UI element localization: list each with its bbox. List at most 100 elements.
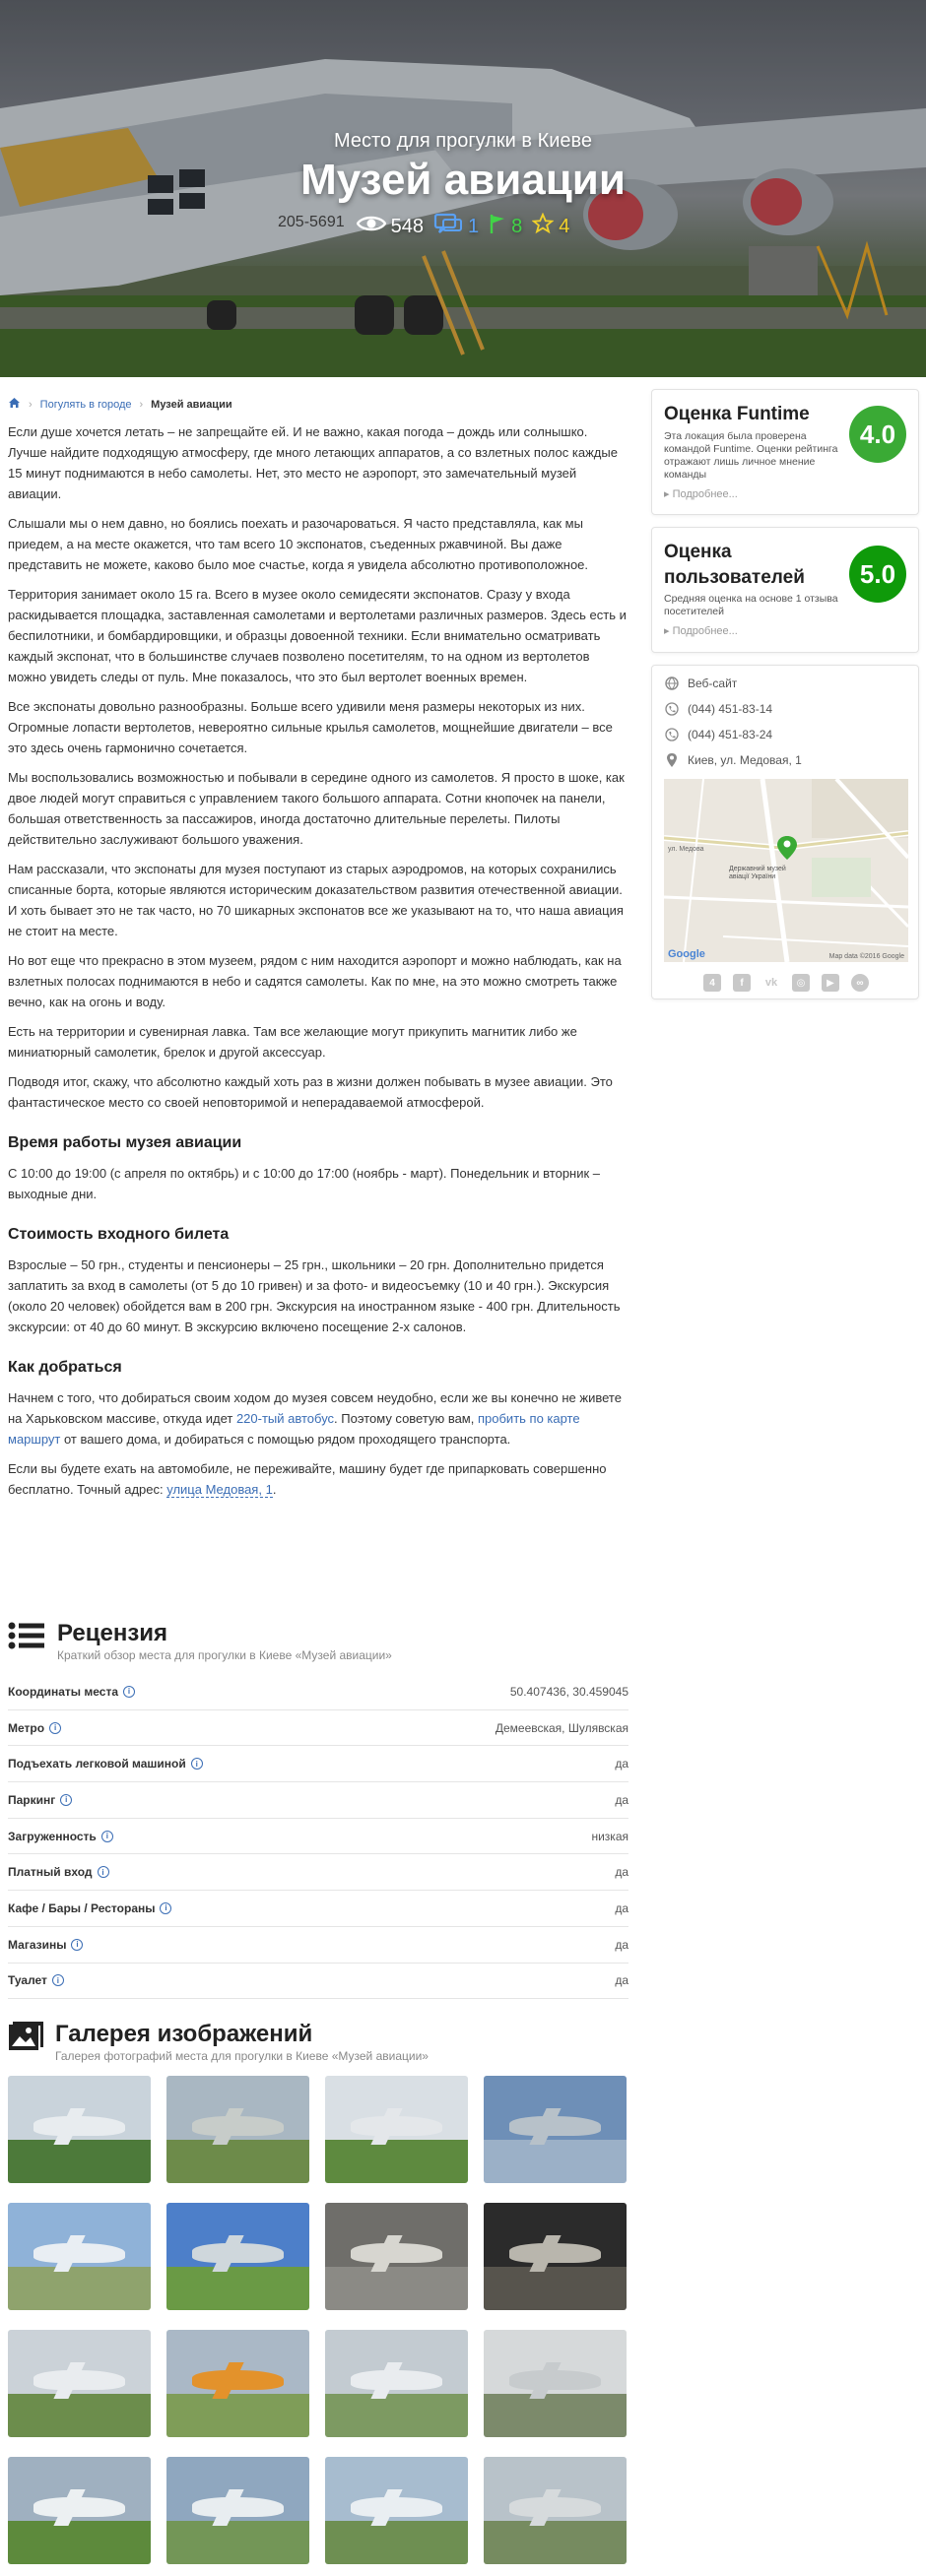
google-logo: Google	[668, 948, 705, 960]
tripadvisor-icon[interactable]: ∞	[851, 974, 869, 992]
info-icon[interactable]: i	[71, 1938, 84, 1951]
gallery-thumbnail[interactable]	[8, 2076, 151, 2183]
map-street-label: ул. Медова	[668, 846, 704, 853]
article-paragraph: Территория занимает около 15 га. Всего в…	[8, 587, 627, 684]
location-pin-icon	[664, 752, 680, 768]
gallery-thumbnail[interactable]	[325, 2457, 468, 2564]
website-row[interactable]: Веб-сайт	[664, 676, 737, 691]
stars-stat[interactable]: 4	[531, 212, 570, 240]
article-body: Если душе хочется летать – не запрещайте…	[8, 421, 628, 1509]
gallery-thumbnail[interactable]	[166, 2076, 309, 2183]
chevron-right-icon: ›	[29, 398, 33, 411]
phone-row[interactable]: (044) 451-83-24	[664, 727, 772, 742]
chevron-right-icon: ›	[139, 398, 144, 411]
review-row-value: да	[615, 1900, 628, 1915]
info-icon[interactable]: i	[49, 1721, 62, 1734]
gallery-thumbnail[interactable]	[8, 2203, 151, 2310]
review-row: Кафе / Бары / Рестораны i да	[8, 1891, 628, 1927]
users-rating-title: Оценка пользователей	[664, 542, 805, 588]
funtime-rating-title: Оценка Funtime	[664, 404, 810, 424]
phone-row[interactable]: (044) 451-83-14	[664, 701, 772, 717]
gallery-thumbnail[interactable]	[484, 2076, 627, 2183]
hours-text: С 10:00 до 19:00 (с апреля по октябрь) и…	[8, 1166, 601, 1201]
gallery-thumbnail[interactable]	[325, 2076, 468, 2183]
gallery-thumbnail[interactable]	[166, 2203, 309, 2310]
gallery-thumbnail[interactable]	[484, 2203, 627, 2310]
review-row: Подъехать легковой машиной i да	[8, 1746, 628, 1783]
globe-icon	[664, 676, 680, 691]
review-row-value: 50.407436, 30.459045	[509, 1684, 628, 1699]
review-row: Паркинг i да	[8, 1782, 628, 1819]
info-icon[interactable]: i	[160, 1901, 172, 1914]
gallery-thumbnail[interactable]	[8, 2330, 151, 2437]
comments-count: 1	[468, 215, 480, 237]
info-icon[interactable]: i	[97, 1866, 109, 1879]
youtube-icon[interactable]: ▶	[822, 974, 839, 992]
phone-icon	[664, 727, 680, 742]
info-icon[interactable]: i	[190, 1758, 203, 1771]
comments-icon	[433, 213, 463, 240]
info-icon[interactable]: i	[51, 1974, 64, 1987]
review-table: Координаты места i 50.407436, 30.459045 Мет…	[8, 1674, 628, 2000]
address-link[interactable]: улица Медовая, 1	[166, 1482, 273, 1498]
location-map[interactable]: ул. Медова Державний музей авіації Украї…	[664, 779, 908, 962]
gallery-thumbnail[interactable]	[484, 2330, 627, 2437]
review-row: Магазины i да	[8, 1927, 628, 1964]
funtime-rating-desc: Эта локация была проверена командой Funt…	[664, 430, 838, 481]
stars-count: 4	[559, 215, 570, 237]
gallery-icon	[8, 2021, 43, 2057]
users-rating-card: Оценка пользователей Средняя оценка на о…	[651, 527, 919, 653]
review-row: Метро i Демеевская, Шулявская	[8, 1710, 628, 1747]
foursquare-icon[interactable]: 4	[703, 974, 721, 992]
review-row-value: да	[615, 1865, 628, 1880]
views-count: 548	[390, 215, 424, 237]
review-title: Рецензия	[57, 1620, 168, 1646]
gallery-thumbnail[interactable]	[484, 2457, 627, 2564]
flag-icon	[489, 213, 506, 240]
review-subtitle: Краткий обзор места для прогулки в Киеве…	[57, 1648, 392, 1662]
phone-1[interactable]: (044) 451-83-14	[688, 702, 772, 716]
route-paragraph: Начнем с того, что добираться своим ходо…	[8, 1390, 622, 1447]
instagram-icon[interactable]: ◎	[792, 974, 810, 992]
gallery-subtitle: Галерея фотографий места для прогулки в …	[55, 2049, 429, 2063]
funtime-rating-card: Оценка Funtime Эта локация была проверен…	[651, 389, 919, 515]
map-poi-label: Державний музей авіації України	[729, 866, 786, 880]
page-title: Музей авиации	[300, 156, 626, 204]
review-row-value: да	[615, 1792, 628, 1807]
gallery-title: Галерея изображений	[55, 2021, 313, 2047]
review-row: Платный вход i да	[8, 1854, 628, 1892]
facebook-icon[interactable]: f	[733, 974, 751, 992]
gallery-thumbnail[interactable]	[8, 2457, 151, 2564]
review-row-value: Демеевская, Шулявская	[495, 1720, 628, 1735]
map-credit: Map data ©2016 Google	[828, 953, 904, 960]
info-icon[interactable]: i	[123, 1685, 136, 1698]
review-row-value: да	[615, 1757, 628, 1771]
users-rating-desc: Средняя оценка на основе 1 отзыва посети…	[664, 593, 838, 617]
hours-heading: Время работы музея авиации	[8, 1134, 242, 1151]
breadcrumb-parent-link[interactable]: Погулять в городе	[40, 399, 132, 411]
users-more-link[interactable]: ▸ Подробнее...	[664, 624, 738, 637]
article-paragraph: Но вот еще что прекрасно в этом музеем, …	[8, 953, 622, 1009]
phone-2[interactable]: (044) 451-83-24	[688, 728, 772, 741]
flags-stat[interactable]: 8	[489, 213, 522, 240]
gallery-thumbnail[interactable]	[166, 2457, 309, 2564]
comments-stat[interactable]: 1	[433, 213, 479, 240]
gallery-thumbnail[interactable]	[325, 2203, 468, 2310]
review-row-label: Координаты места i	[8, 1685, 136, 1699]
info-icon[interactable]: i	[60, 1793, 73, 1806]
home-icon[interactable]	[8, 397, 21, 412]
gallery-section-header: Галерея изображений Галерея фотографий м…	[8, 2021, 429, 2064]
phone-icon	[664, 701, 680, 717]
info-icon[interactable]: i	[100, 1830, 113, 1842]
address-text: Киев, ул. Медовая, 1	[688, 753, 802, 767]
bus-link[interactable]: 220-тый автобус	[236, 1411, 334, 1426]
hero-stats: 548 1 8 4	[0, 212, 926, 240]
review-row: Координаты места i 50.407436, 30.459045	[8, 1674, 628, 1710]
hero-banner: 205-5691 Место для прогулки в Киеве Музе…	[0, 0, 926, 377]
funtime-more-link[interactable]: ▸ Подробнее...	[664, 487, 738, 500]
gallery-thumbnail[interactable]	[325, 2330, 468, 2437]
gallery-thumbnail[interactable]	[166, 2330, 309, 2437]
website-link[interactable]: Веб-сайт	[688, 676, 737, 690]
vk-icon[interactable]: vk	[762, 974, 780, 992]
article-paragraph: Если душе хочется летать – не запрещайте…	[8, 424, 618, 501]
